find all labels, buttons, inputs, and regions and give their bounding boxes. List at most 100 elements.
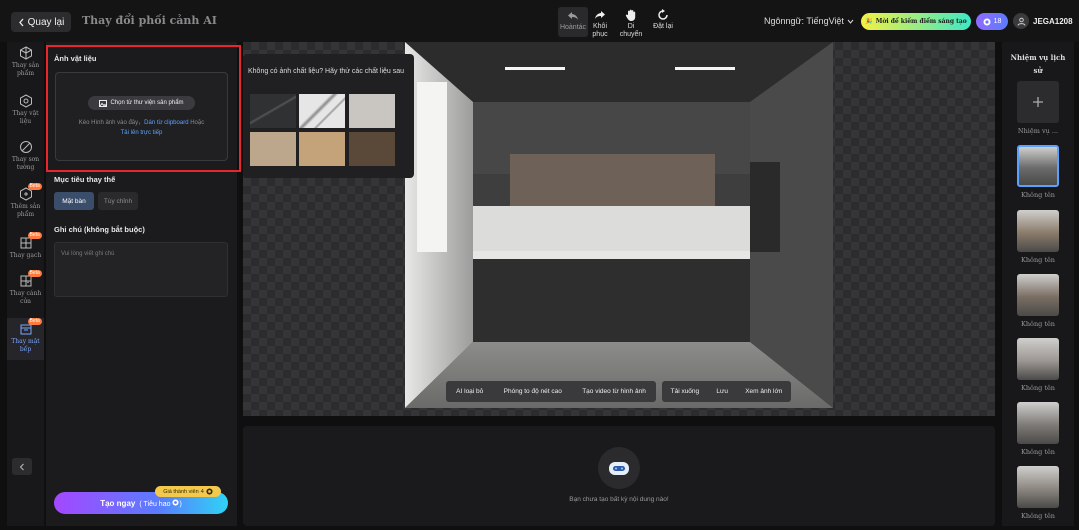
hand-icon [625, 9, 636, 21]
view-large-button[interactable]: Xem ảnh lớn [745, 388, 782, 395]
nav-label: Thay sơn tường [11, 156, 40, 171]
undo-button[interactable]: Hoàntác [558, 7, 588, 37]
invite-promo-button[interactable]: 🎉 Mời để kiếm điểm sáng tạo [861, 13, 971, 30]
nav-label: Thay gạch [9, 252, 42, 259]
history-title: Nhiệm vụ lịch sử [1010, 53, 1066, 75]
beta-badge: Beta [27, 270, 42, 277]
move-label-line-2: chuyển [619, 31, 643, 38]
download-button[interactable]: Tải xuống [671, 388, 700, 395]
promo-label: Mời để kiếm điểm sáng tạo [875, 18, 967, 25]
material-suggestion-text: Không có ảnh chất liệu? Hãy thử các chất… [248, 68, 405, 75]
credits-count: 18 [993, 18, 1002, 25]
material-swatch[interactable] [299, 132, 345, 166]
beta-badge: Beta [27, 183, 42, 190]
upscale-button[interactable]: Phóng to độ nét cao [504, 388, 562, 395]
credits-badge[interactable]: 18 [976, 13, 1008, 30]
nav-replace-door[interactable]: Beta Thay cánh cửa [7, 270, 44, 306]
redo-button[interactable]: Khôi phục [589, 8, 611, 39]
member-price-tag: Giá thành viên 4 [155, 486, 221, 497]
tool-nav: Thay sản phẩm Thay vật liệu Thay sơn tườ… [7, 42, 44, 526]
move-button[interactable]: Di chuyển [618, 8, 644, 39]
save-button[interactable]: Lưu [716, 388, 728, 395]
drop-hint-prefix: Kéo Hình ảnh vào đây， [78, 120, 145, 126]
user-menu[interactable]: JEGA1208 [1013, 13, 1073, 29]
nav-replace-countertop[interactable]: Beta Thay mặt bếp [7, 318, 44, 360]
add-cube-icon-wrap: Beta [19, 183, 42, 201]
collapse-sidebar-button[interactable] [12, 458, 32, 475]
plus-icon [1033, 97, 1043, 107]
nav-label: Thay sản phẩm [11, 62, 40, 77]
new-task-button[interactable] [1017, 81, 1059, 123]
material-swatch[interactable] [250, 132, 296, 166]
material-cube-icon [19, 94, 32, 108]
file-actions-bar: Tải xuống Lưu Xem ảnh lớn [662, 381, 791, 402]
member-price-value: 4 [200, 488, 204, 495]
history-thumbnail[interactable] [1017, 145, 1059, 187]
redo-label-line-1: Khôi [592, 23, 607, 30]
create-cost-label: ( Tiêu hao ) [139, 498, 182, 508]
back-button[interactable]: Quay lại [11, 12, 71, 32]
beta-badge: Beta [27, 318, 42, 325]
history-thumbnail[interactable] [1017, 210, 1059, 252]
nav-label: Thêm sản phẩm [10, 203, 41, 218]
choose-from-library-button[interactable]: Chọn từ thư viện sản phẩm [88, 96, 195, 110]
undo-label: Hoàntác [559, 24, 587, 31]
empty-state-text: Bạn chưa tạo bất kỳ nội dung nào! [569, 496, 669, 503]
ai-remove-button[interactable]: AI loại bỏ [456, 388, 483, 395]
new-task-label: Nhiệm vụ ... [1017, 127, 1059, 135]
avatar [1013, 13, 1029, 29]
beta-badge: Beta [27, 232, 42, 239]
nav-label: Thay vật liệu [12, 110, 39, 125]
material-swatch[interactable] [349, 94, 395, 128]
top-bar: Quay lại Thay đổi phối cảnh AI Hoàntác K… [0, 0, 1079, 42]
refresh-icon [658, 9, 668, 20]
history-item-label: Không tên [1020, 256, 1055, 264]
username: JEGA1208 [1033, 16, 1073, 26]
history-item-label: Không tên [1020, 320, 1055, 328]
nav-label: Thay cánh cửa [9, 290, 42, 305]
image-to-video-button[interactable]: Tạo video từ hình ảnh [582, 388, 646, 395]
move-label-line-1: Di [627, 23, 635, 30]
paint-icon [19, 141, 32, 153]
material-swatch[interactable] [349, 132, 395, 166]
drop-hint: Kéo Hình ảnh vào đây，Dán từ clipboard Ho… [60, 118, 223, 138]
drop-hint-or: Hoặc [190, 120, 205, 126]
nav-replace-product[interactable]: Thay sản phẩm [7, 46, 44, 78]
countertop-icon-wrap: Beta [19, 318, 42, 336]
ai-tools-bar: AI loại bỏ Phóng to độ nét cao Tạo video… [446, 381, 656, 402]
nav-replace-tile[interactable]: Beta Thay gạch [7, 232, 44, 260]
language-select[interactable]: Ngônngữ: TiếngViệt [764, 16, 854, 26]
material-swatch[interactable] [250, 94, 296, 128]
history-thumbnail[interactable] [1017, 402, 1059, 444]
upload-directly-link[interactable]: Tải lên trực tiếp [121, 130, 163, 136]
material-image-title: Ảnh vật liệu [54, 54, 97, 63]
cube-icon [19, 46, 32, 60]
target-option-countertop[interactable]: Mặt bàn [54, 192, 94, 210]
tile-icon-wrap: Beta [19, 232, 42, 250]
nav-replace-wall-paint[interactable]: Thay sơn tường [7, 140, 44, 172]
kitchen-photo [405, 42, 833, 408]
nav-label: Thay mặt bếp [11, 338, 40, 353]
nav-replace-material[interactable]: Thay vật liệu [7, 94, 44, 126]
paste-clipboard-link[interactable]: Dán từ clipboard [144, 120, 188, 126]
material-swatch[interactable] [299, 94, 345, 128]
empty-robot-icon [598, 447, 640, 489]
target-option-custom[interactable]: Tùy chỉnh [98, 192, 138, 210]
chevron-left-icon [18, 18, 24, 26]
history-thumbnail[interactable] [1017, 274, 1059, 316]
coin-icon [983, 18, 991, 25]
note-textarea[interactable]: Vui lòng viết ghi chú [54, 242, 228, 297]
history-thumbnail[interactable] [1017, 338, 1059, 380]
back-button-label: Quay lại [27, 16, 65, 28]
reset-button[interactable]: Đặt lại [650, 8, 676, 31]
chevron-down-icon [847, 19, 854, 24]
note-title: Ghi chú (không bắt buộc) [54, 225, 145, 234]
nav-add-product[interactable]: Beta Thêm sản phẩm [7, 183, 44, 219]
door-icon-wrap: Beta [19, 270, 42, 288]
material-upload-dropzone[interactable] [55, 72, 228, 161]
user-icon [1017, 17, 1025, 26]
redo-label-line-2: phục [592, 31, 608, 38]
app-window: Quay lại Thay đổi phối cảnh AI Hoàntác K… [0, 0, 1079, 530]
history-thumbnail[interactable] [1017, 466, 1059, 508]
choose-button-label: Chọn từ thư viện sản phẩm [110, 100, 184, 106]
